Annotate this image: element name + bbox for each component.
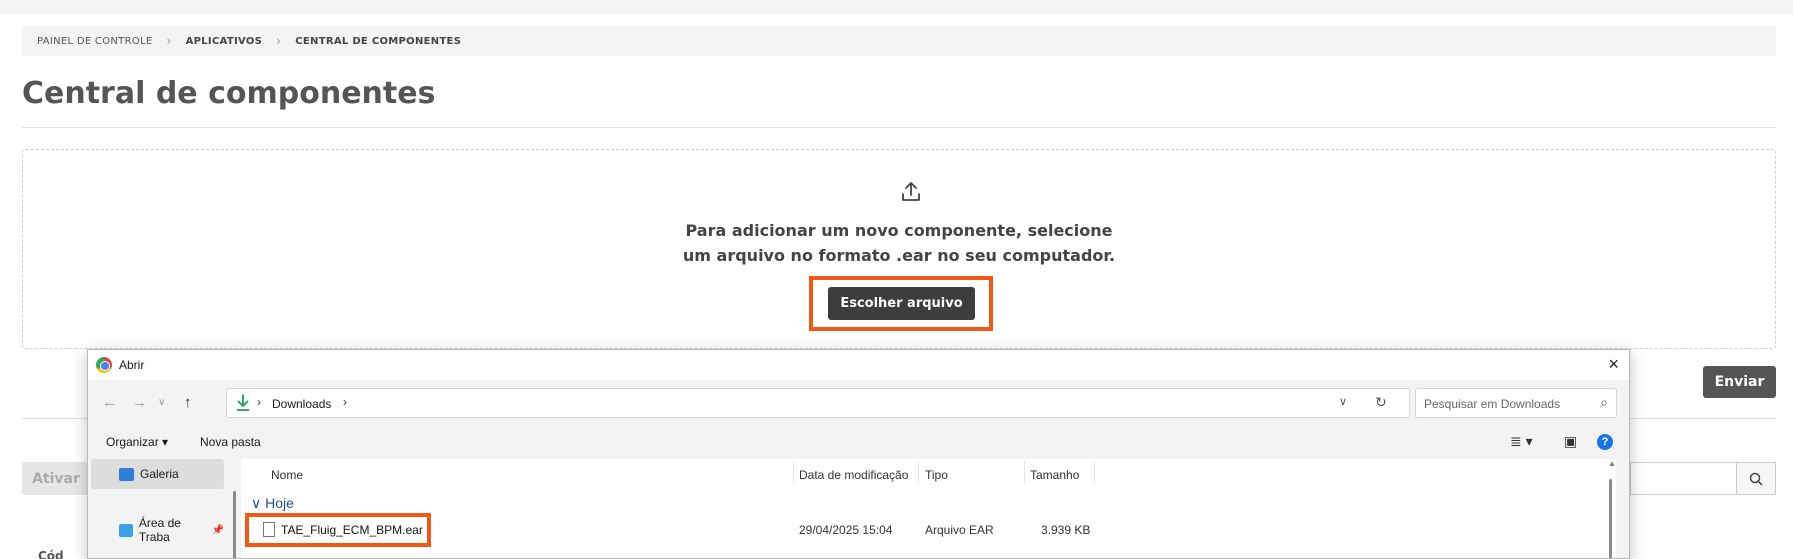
- column-separator: [1094, 461, 1095, 483]
- page-search-button[interactable]: [1736, 462, 1776, 495]
- breadcrumb-painel[interactable]: PAINEL DE CONTROLE: [37, 36, 152, 47]
- sidebar-scrollbar[interactable]: [233, 459, 236, 558]
- dialog-toolbar: Organizar ▾ Nova pasta ≣ ▾ ▣ ?: [88, 425, 1629, 459]
- page-title: Central de componentes: [22, 76, 436, 111]
- search-icon: [1749, 472, 1763, 486]
- desktop-icon: [119, 523, 133, 537]
- path-separator-icon: ›: [257, 395, 261, 409]
- address-location[interactable]: Downloads: [272, 397, 331, 411]
- column-separator: [1024, 461, 1025, 483]
- sidebar-item-label: Galeria: [140, 467, 179, 481]
- refresh-icon[interactable]: ↻: [1375, 394, 1387, 411]
- pin-icon: 📌: [211, 524, 224, 536]
- dropzone-line-1: Para adicionar um novo componente, selec…: [685, 221, 1113, 240]
- page-search-input[interactable]: [1630, 462, 1736, 495]
- open-file-dialog: Abrir × ← → ∨ ↑ › Downloads › ∨ ↻ Pesqui…: [87, 349, 1630, 559]
- back-arrow-icon[interactable]: ←: [102, 394, 117, 411]
- column-header-name[interactable]: Nome: [271, 468, 303, 482]
- path-separator-icon[interactable]: ›: [343, 395, 347, 409]
- sidebar-item-galeria[interactable]: Galeria: [91, 459, 224, 489]
- column-header-size[interactable]: Tamanho: [1030, 468, 1079, 482]
- file-list-scrollbar[interactable]: [1609, 479, 1612, 558]
- title-divider: [22, 127, 1776, 128]
- file-type: Arquivo EAR: [925, 523, 994, 537]
- dialog-navbar: ← → ∨ ↑ › Downloads › ∨ ↻ Pesquisar em D…: [88, 380, 1629, 425]
- send-button[interactable]: Enviar: [1703, 366, 1776, 398]
- up-arrow-icon[interactable]: ↑: [184, 394, 192, 411]
- column-header-type[interactable]: Tipo: [925, 468, 948, 482]
- preview-pane-icon[interactable]: ▣: [1564, 433, 1577, 450]
- dialog-search-placeholder: Pesquisar em Downloads: [1424, 397, 1561, 411]
- gallery-icon: [119, 467, 134, 481]
- table-header-cut: Cód: [38, 549, 64, 559]
- file-list: Nome Data de modificação Tipo Tamanho ∨ …: [241, 459, 1616, 558]
- new-folder-button[interactable]: Nova pasta: [200, 435, 261, 449]
- dropzone-instructions: Para adicionar um novo componente, selec…: [23, 218, 1775, 268]
- sidebar-item-label: Área de Traba: [138, 516, 181, 544]
- forward-arrow-icon[interactable]: →: [132, 394, 147, 411]
- column-separator: [793, 461, 794, 483]
- address-bar[interactable]: › Downloads › ∨ ↻: [226, 388, 1410, 418]
- upload-icon: [902, 182, 920, 201]
- dialog-search-input[interactable]: Pesquisar em Downloads ⌕: [1415, 388, 1617, 418]
- dialog-title: Abrir: [119, 358, 145, 372]
- sidebar-item-desktop[interactable]: Área de Traba 📌: [91, 515, 224, 545]
- dropzone-line-2: um arquivo no formato .ear no seu comput…: [682, 246, 1116, 265]
- scroll-up-arrow-icon[interactable]: ▲: [1608, 459, 1616, 468]
- breadcrumb-separator-icon: ›: [166, 34, 172, 48]
- column-separator: [918, 461, 919, 483]
- breadcrumb-aplicativos[interactable]: APLICATIVOS: [186, 36, 263, 47]
- column-header-modified[interactable]: Data de modificação: [799, 468, 908, 482]
- help-icon[interactable]: ?: [1597, 434, 1613, 450]
- address-dropdown-chevron-icon[interactable]: ∨: [1339, 395, 1347, 408]
- upload-dropzone[interactable]: Para adicionar um novo componente, selec…: [22, 149, 1776, 349]
- download-icon: [236, 394, 250, 411]
- dialog-titlebar: Abrir ×: [88, 350, 1629, 380]
- file-row[interactable]: TAE_Fluig_ECM_BPM.ear 29/04/2025 15:04 A…: [241, 513, 1616, 547]
- activate-button[interactable]: Ativar: [22, 462, 90, 495]
- file-highlight: [245, 513, 431, 547]
- view-options-icon[interactable]: ≣ ▾: [1510, 433, 1533, 450]
- breadcrumb: PAINEL DE CONTROLE › APLICATIVOS › CENTR…: [22, 26, 1776, 56]
- choose-file-button[interactable]: Escolher arquivo: [828, 287, 975, 320]
- file-size: 3.939 KB: [1041, 523, 1091, 537]
- organize-menu[interactable]: Organizar ▾: [106, 435, 168, 449]
- search-icon: ⌕: [1600, 394, 1608, 410]
- file-modified: 29/04/2025 15:04: [799, 523, 893, 537]
- group-header-today[interactable]: ∨ Hoje: [251, 495, 294, 512]
- breadcrumb-separator-icon: ›: [276, 34, 282, 48]
- breadcrumb-current: CENTRAL DE COMPONENTES: [295, 35, 462, 47]
- recent-chevron-icon[interactable]: ∨: [158, 397, 165, 408]
- close-icon[interactable]: ×: [1608, 354, 1619, 375]
- dialog-sidebar: Galeria Área de Traba 📌: [88, 459, 228, 558]
- chrome-icon: [96, 357, 112, 373]
